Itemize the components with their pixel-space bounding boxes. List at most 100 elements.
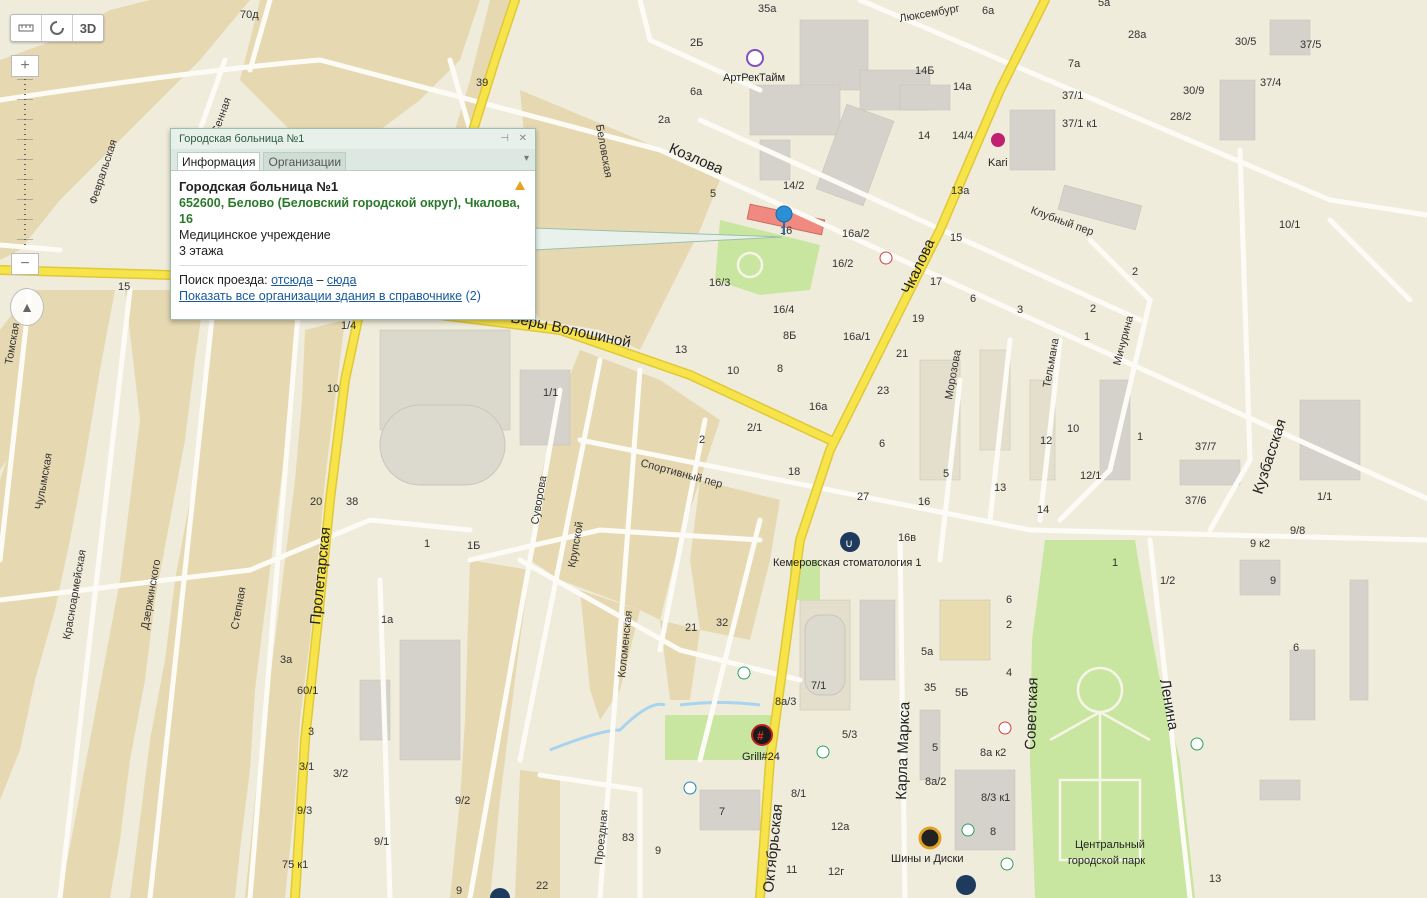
house-number: 30/9 <box>1183 85 1204 97</box>
house-number: 7 <box>719 806 725 818</box>
house-number: 12 <box>1040 435 1052 447</box>
warning-icon[interactable] <box>515 181 525 190</box>
house-number: 30/5 <box>1235 36 1256 48</box>
zoom-slider[interactable] <box>24 79 26 249</box>
house-number: 3а <box>280 654 293 666</box>
house-number: 39 <box>476 77 488 89</box>
house-number: 14Б <box>915 65 934 77</box>
house-number: 3 <box>1017 304 1023 316</box>
3d-button[interactable]: 3D <box>73 15 103 41</box>
house-number: 27 <box>857 491 869 503</box>
house-number: 1/1 <box>1317 491 1332 503</box>
house-number: 6 <box>1293 642 1299 654</box>
house-number: 16 <box>918 496 930 508</box>
house-number: 16 <box>780 225 792 237</box>
house-number: 20 <box>310 496 322 508</box>
house-number: 8/1 <box>791 788 806 800</box>
house-number: 12г <box>828 866 844 878</box>
house-number: 16/4 <box>773 304 794 316</box>
placemark-pin-icon <box>775 205 793 223</box>
route-row: Поиск проезда: отсюда – сюда <box>179 272 527 288</box>
tyres-label: Шины и Диски <box>891 853 964 865</box>
house-number: 1Б <box>467 540 480 552</box>
balloon-title: Городская больница №1 <box>179 133 305 145</box>
house-number: 12/1 <box>1080 470 1101 482</box>
house-number: 3 <box>308 726 314 738</box>
balloon-header: Городская больница №1 ⊣ ✕ <box>171 129 535 149</box>
house-number: 16в <box>898 532 916 544</box>
house-number: 6 <box>879 438 885 450</box>
house-number: 17 <box>930 276 942 288</box>
compass-icon[interactable]: ▲ <box>10 288 44 326</box>
place-floors: 3 этажа <box>179 244 224 258</box>
zoom-in-button[interactable]: + <box>11 55 39 77</box>
house-number: 5 <box>943 468 949 480</box>
house-number: 2а <box>658 114 671 126</box>
all-orgs-link[interactable]: Показать все организации здания в справо… <box>179 289 462 303</box>
house-number: 9 к2 <box>1250 538 1270 550</box>
house-number: 1а <box>381 614 394 626</box>
house-number: 9 <box>1270 575 1276 587</box>
house-number: 14 <box>1037 504 1049 516</box>
house-number: 7/1 <box>811 680 826 692</box>
house-number: 35а <box>758 3 777 15</box>
bottle-icon <box>1000 857 1014 871</box>
house-number: 8а/2 <box>925 776 946 788</box>
tab-info[interactable]: Информация <box>177 152 261 170</box>
tab-organizations[interactable]: Организации <box>263 152 347 170</box>
house-number: 11 <box>786 864 797 876</box>
house-number: 10 <box>327 383 339 395</box>
medical-icon <box>998 721 1012 735</box>
poi-repair[interactable] <box>956 875 976 895</box>
house-number: 5а <box>1098 0 1111 9</box>
zoom-out-button[interactable]: − <box>11 253 39 275</box>
house-number: 83 <box>622 832 634 844</box>
house-number: 9/2 <box>455 795 470 807</box>
house-number: 14/4 <box>952 130 973 142</box>
shop-icon <box>1190 737 1204 751</box>
route-from-link[interactable]: отсюда <box>271 273 313 287</box>
close-icon[interactable]: ✕ <box>519 129 527 149</box>
route-to-link[interactable]: сюда <box>327 273 357 287</box>
house-number: 10/1 <box>1279 219 1300 231</box>
house-number: 13 <box>994 482 1006 494</box>
kari-label: Kari <box>988 157 1008 169</box>
place-name: Городская больница №1 <box>179 179 339 194</box>
all-orgs-count: (2) <box>465 289 481 303</box>
house-number: 8/3 к1 <box>981 792 1010 804</box>
house-number: 23 <box>877 385 889 397</box>
house-number: 1 <box>1137 431 1143 443</box>
info-balloon: Городская больница №1 ⊣ ✕ Информация Орг… <box>170 128 536 320</box>
wrench-icon <box>956 875 976 895</box>
chevron-down-icon[interactable]: ▾ <box>524 153 529 164</box>
house-number: 15 <box>118 281 130 293</box>
house-number: 2Б <box>690 37 703 49</box>
artrek-logo-icon <box>746 49 764 67</box>
house-number: 21 <box>896 348 908 360</box>
house-number: 6 <box>970 293 976 305</box>
bottle-icon <box>961 823 975 837</box>
dental-label: Кемеровская стоматология 1 <box>773 557 922 569</box>
traffic-icon[interactable] <box>42 15 73 41</box>
balloon-body: Городская больница №1 652600, Белово (Бе… <box>171 171 535 304</box>
house-number: 1/4 <box>341 320 356 332</box>
house-number: 9 <box>456 885 462 897</box>
house-number: 37/1 к1 <box>1062 118 1097 130</box>
ruler-icon[interactable] <box>11 15 42 41</box>
house-number: 5 <box>932 742 938 754</box>
house-number: 2/1 <box>747 422 762 434</box>
house-number: 8а к2 <box>980 747 1006 759</box>
pin-icon[interactable]: ⊣ <box>500 129 509 149</box>
house-number: 19 <box>912 313 924 325</box>
street-sovetskaya: Советская <box>1022 677 1042 750</box>
route-label: Поиск проезда: <box>179 273 268 287</box>
house-number: 21 <box>685 622 697 634</box>
house-number: 16а <box>809 401 828 413</box>
house-number: 9 <box>655 845 661 857</box>
all-orgs-row: Показать все организации здания в справо… <box>179 288 527 304</box>
house-number: 35 <box>924 682 936 694</box>
house-number: 5а <box>921 646 934 658</box>
house-number: 16а/1 <box>843 331 871 343</box>
house-number: 28а <box>1128 29 1147 41</box>
house-number: 9/8 <box>1290 525 1305 537</box>
